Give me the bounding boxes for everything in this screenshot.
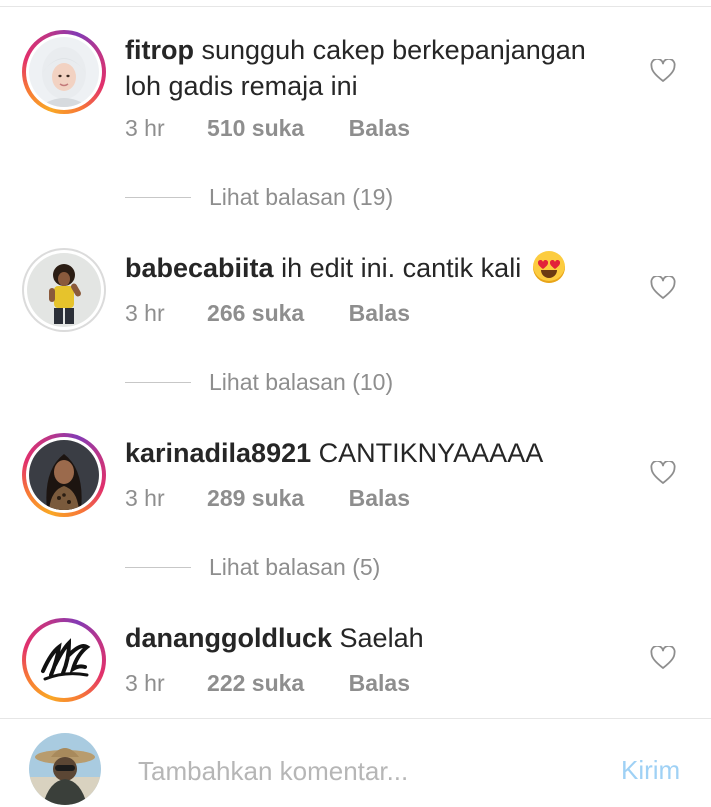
comment-text: babecabiita ih edit ini. cantik kali xyxy=(125,250,625,286)
comment-body: CANTIKNYAAAAA xyxy=(318,438,544,468)
comment-item: dananggoldluck Saelah 3 hr 222 suka Bala… xyxy=(0,588,711,728)
comment-time: 3 hr xyxy=(125,485,165,511)
comment-body: Saelah xyxy=(339,623,424,653)
heart-eyes-emoji-icon xyxy=(532,251,565,283)
comment-time: 3 hr xyxy=(125,115,165,141)
comment-likes[interactable]: 289 suka xyxy=(207,485,304,512)
view-replies-label[interactable]: Lihat balasan (19) xyxy=(209,184,393,211)
avatar-story-ring[interactable] xyxy=(22,618,106,702)
my-avatar xyxy=(29,733,101,805)
comment-time: 3 hr xyxy=(125,670,165,696)
comment-time: 3 hr xyxy=(125,300,165,326)
avatar-ring[interactable] xyxy=(22,248,106,332)
reply-button[interactable]: Balas xyxy=(349,115,410,142)
comment-username[interactable]: fitrop xyxy=(125,35,194,65)
reply-button[interactable]: Balas xyxy=(349,300,410,327)
reply-button[interactable]: Balas xyxy=(349,485,410,512)
avatar-story-ring[interactable] xyxy=(22,30,106,114)
comment-meta: 3 hr 289 suka Balas xyxy=(125,485,410,512)
comment-item: karinadila8921 CANTIKNYAAAAA 3 hr 289 su… xyxy=(0,403,711,543)
view-replies[interactable]: Lihat balasan (19) xyxy=(125,182,393,212)
view-replies-label[interactable]: Lihat balasan (10) xyxy=(209,369,393,396)
comment-text: karinadila8921 CANTIKNYAAAAA xyxy=(125,435,625,471)
comment-text: fitrop sungguh cakep berkepanjangan loh … xyxy=(125,32,625,104)
comment-meta: 3 hr 510 suka Balas xyxy=(125,115,410,142)
comment-likes[interactable]: 510 suka xyxy=(207,115,304,142)
comment-item: babecabiita ih edit ini. cantik kali 3 h… xyxy=(0,218,711,358)
comment-username[interactable]: dananggoldluck xyxy=(125,623,332,653)
comment-meta: 3 hr 222 suka Balas xyxy=(125,670,410,697)
heart-outline-icon[interactable] xyxy=(650,274,676,300)
comment-composer: Kirim xyxy=(0,719,711,807)
avatar-story-ring[interactable] xyxy=(22,433,106,517)
reply-button[interactable]: Balas xyxy=(349,670,410,697)
avatar xyxy=(29,37,99,107)
comment-likes[interactable]: 266 suka xyxy=(207,300,304,327)
comment-item: fitrop sungguh cakep berkepanjangan loh … xyxy=(0,0,711,142)
view-replies[interactable]: Lihat balasan (10) xyxy=(125,367,393,397)
comment-body: sungguh cakep berkepanjangan loh gadis r… xyxy=(125,35,586,101)
heart-outline-icon[interactable] xyxy=(650,644,676,670)
comment-username[interactable]: karinadila8921 xyxy=(125,438,311,468)
avatar xyxy=(29,625,99,695)
comment-likes[interactable]: 222 suka xyxy=(207,670,304,697)
avatar xyxy=(27,253,101,327)
avatar xyxy=(29,440,99,510)
send-button[interactable]: Kirim xyxy=(621,755,680,786)
comment-username[interactable]: babecabiita xyxy=(125,253,274,283)
comment-text: dananggoldluck Saelah xyxy=(125,620,625,656)
comment-body: ih edit ini. cantik kali xyxy=(281,253,522,283)
replies-divider xyxy=(125,381,191,383)
replies-divider xyxy=(125,196,191,198)
comment-input[interactable] xyxy=(138,751,578,791)
heart-outline-icon[interactable] xyxy=(650,57,676,83)
view-replies-label[interactable]: Lihat balasan (5) xyxy=(209,554,380,581)
comment-meta: 3 hr 266 suka Balas xyxy=(125,300,410,327)
heart-outline-icon[interactable] xyxy=(650,459,676,485)
replies-divider xyxy=(125,566,191,568)
view-replies[interactable]: Lihat balasan (5) xyxy=(125,552,380,582)
